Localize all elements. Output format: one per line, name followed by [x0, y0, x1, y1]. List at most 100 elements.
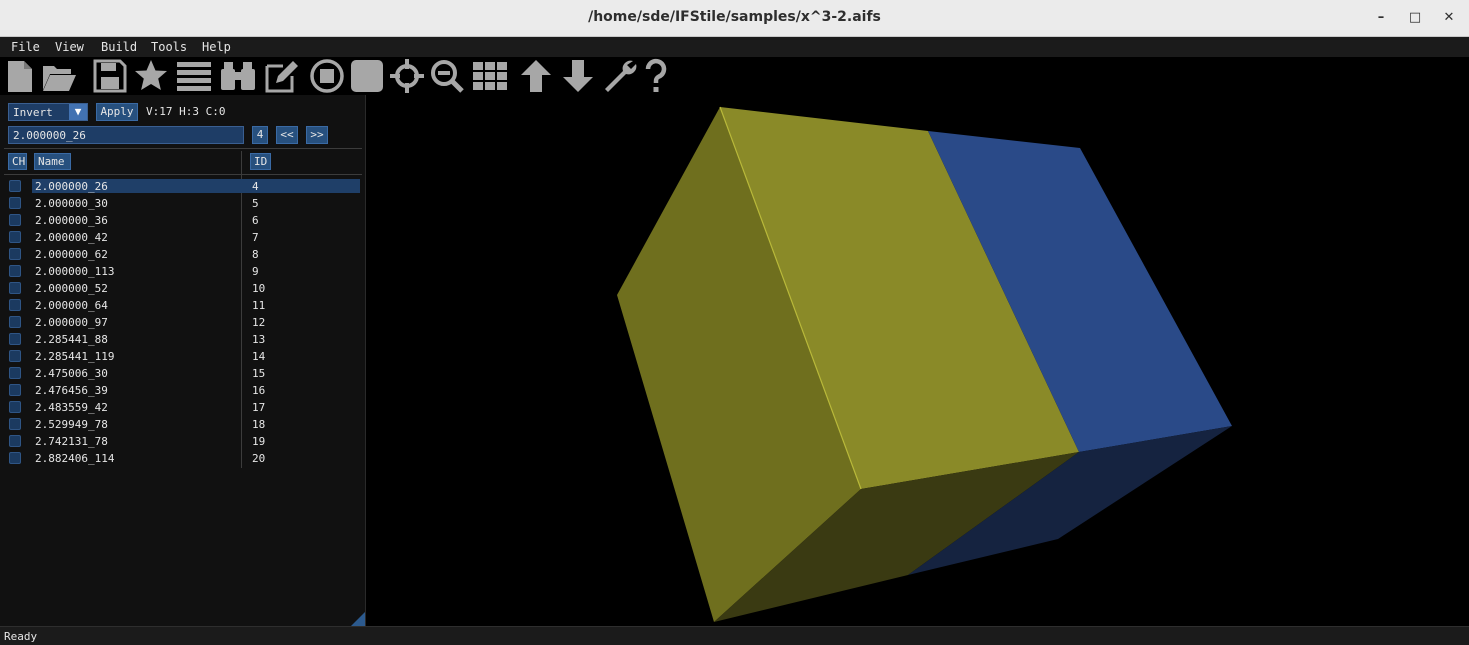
row-name: 2.285441_119 — [35, 350, 115, 363]
row-checkbox[interactable] — [9, 197, 21, 209]
divider — [4, 174, 362, 175]
row-id: 11 — [252, 299, 266, 312]
row-checkbox[interactable] — [9, 401, 21, 413]
next-button[interactable]: >> — [306, 126, 328, 144]
row-checkbox[interactable] — [9, 248, 21, 260]
menu-file[interactable]: File — [11, 40, 40, 54]
arrow-down-icon[interactable] — [560, 58, 596, 94]
menu-tools[interactable]: Tools — [151, 40, 187, 54]
list-item[interactable]: 2.285441_88 13 — [4, 332, 360, 349]
menu-help[interactable]: Help — [202, 40, 231, 54]
row-name: 2.000000_52 — [35, 282, 108, 295]
list-item[interactable]: 2.000000_64 11 — [4, 298, 360, 315]
wrench-icon[interactable] — [602, 58, 638, 94]
list-item[interactable]: 2.000000_97 12 — [4, 315, 360, 332]
list-item[interactable]: 2.529949_78 18 — [4, 417, 360, 434]
3d-viewport[interactable] — [367, 95, 1469, 626]
mode-dropdown[interactable]: Invert ▼ — [8, 103, 88, 121]
minimize-button[interactable]: – — [1370, 8, 1392, 28]
row-name: 2.000000_26 — [35, 180, 108, 193]
row-checkbox[interactable] — [9, 435, 21, 447]
list-item[interactable]: 2.000000_42 7 — [4, 230, 360, 247]
list-item[interactable]: 2.000000_30 5 — [4, 196, 360, 213]
list-item[interactable]: 2.483559_42 17 — [4, 400, 360, 417]
crosshair-icon[interactable] — [389, 58, 425, 94]
row-id: 4 — [252, 180, 259, 193]
column-header-ch[interactable]: CH — [8, 153, 27, 170]
row-id: 15 — [252, 367, 266, 380]
chevron-down-icon[interactable]: ▼ — [69, 104, 87, 120]
row-id: 6 — [252, 214, 259, 227]
row-id: 16 — [252, 384, 266, 397]
row-id: 12 — [252, 316, 266, 329]
object-list-panel: Invert ▼ Apply V:17 H:3 C:0 4 << >> CH N… — [0, 95, 366, 626]
row-name: 2.285441_88 — [35, 333, 108, 346]
row-checkbox[interactable] — [9, 282, 21, 294]
row-checkbox[interactable] — [9, 231, 21, 243]
open-folder-icon[interactable] — [41, 58, 77, 94]
list-item[interactable]: 2.742131_78 19 — [4, 434, 360, 451]
zoom-out-icon[interactable] — [429, 58, 465, 94]
status-text: Ready — [4, 630, 38, 643]
prev-button[interactable]: << — [276, 126, 298, 144]
menu-build[interactable]: Build — [101, 40, 137, 54]
divider — [4, 148, 362, 149]
arrow-up-icon[interactable] — [518, 58, 554, 94]
list-item[interactable]: 2.000000_62 8 — [4, 247, 360, 264]
resize-grip[interactable] — [351, 612, 365, 626]
row-name: 2.476456_39 — [35, 384, 108, 397]
row-checkbox[interactable] — [9, 316, 21, 328]
binoculars-icon[interactable] — [220, 58, 256, 94]
row-checkbox[interactable] — [9, 299, 21, 311]
list-icon[interactable] — [176, 58, 212, 94]
row-checkbox[interactable] — [9, 214, 21, 226]
search-input[interactable] — [8, 126, 244, 144]
row-name: 2.475006_30 — [35, 367, 108, 380]
window-title: /home/sde/IFStile/samples/x^3-2.aifs — [588, 9, 881, 25]
edit-icon[interactable] — [264, 58, 300, 94]
stop-square-icon[interactable] — [349, 58, 385, 94]
list-item[interactable]: 2.000000_52 10 — [4, 281, 360, 298]
row-name: 2.000000_64 — [35, 299, 108, 312]
list-item[interactable]: 2.475006_30 15 — [4, 366, 360, 383]
save-icon[interactable] — [92, 58, 128, 94]
list-item[interactable]: 2.285441_119 14 — [4, 349, 360, 366]
list-item[interactable]: 2.000000_36 6 — [4, 213, 360, 230]
list-item[interactable]: 2.000000_26 4 — [4, 179, 360, 196]
column-header-name[interactable]: Name — [34, 153, 71, 170]
stop-circle-icon[interactable] — [309, 58, 345, 94]
row-id: 19 — [252, 435, 266, 448]
column-header-id[interactable]: ID — [250, 153, 271, 170]
row-checkbox[interactable] — [9, 384, 21, 396]
row-checkbox[interactable] — [9, 367, 21, 379]
close-button[interactable]: ✕ — [1438, 8, 1460, 28]
maximize-button[interactable]: □ — [1404, 8, 1426, 28]
stats-text: V:17 H:3 C:0 — [146, 105, 226, 118]
row-checkbox[interactable] — [9, 265, 21, 277]
row-checkbox[interactable] — [9, 350, 21, 362]
status-bar: Ready — [0, 626, 1469, 645]
apply-button[interactable]: Apply — [96, 103, 138, 121]
row-id: 5 — [252, 197, 259, 210]
grid-icon[interactable] — [472, 58, 508, 94]
row-name: 2.000000_97 — [35, 316, 108, 329]
list-item[interactable]: 2.882406_114 20 — [4, 451, 360, 468]
row-name: 2.742131_78 — [35, 435, 108, 448]
mode-dropdown-value: Invert — [13, 106, 53, 119]
row-checkbox[interactable] — [9, 452, 21, 464]
toolbar — [0, 57, 1469, 95]
help-icon[interactable] — [638, 58, 674, 94]
new-file-icon[interactable] — [2, 58, 38, 94]
list-item[interactable]: 2.000000_113 9 — [4, 264, 360, 281]
menu-view[interactable]: View — [55, 40, 84, 54]
row-id: 13 — [252, 333, 266, 346]
row-id: 10 — [252, 282, 266, 295]
row-checkbox[interactable] — [9, 333, 21, 345]
row-checkbox[interactable] — [9, 180, 21, 192]
row-name: 2.000000_42 — [35, 231, 108, 244]
list-item[interactable]: 2.476456_39 16 — [4, 383, 360, 400]
row-name: 2.483559_42 — [35, 401, 108, 414]
star-icon[interactable] — [133, 58, 169, 94]
row-id: 9 — [252, 265, 259, 278]
row-checkbox[interactable] — [9, 418, 21, 430]
